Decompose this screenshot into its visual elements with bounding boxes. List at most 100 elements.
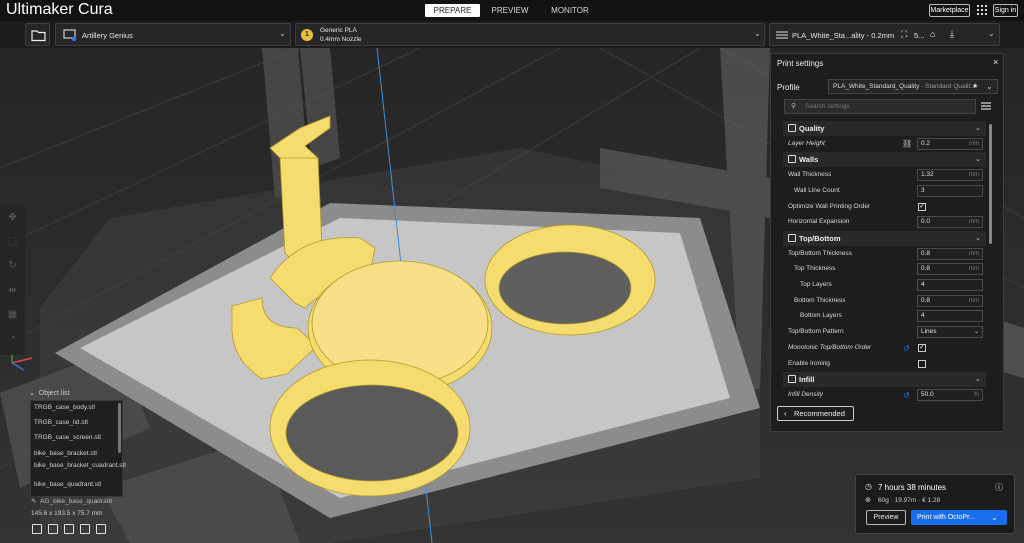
open-file-button[interactable] (25, 23, 50, 46)
setting-row: Infill Density ↺ 50.0% (783, 388, 986, 402)
category-label: Quality (799, 124, 825, 133)
tab-prepare[interactable]: PREPARE (425, 4, 480, 17)
category-infill[interactable]: Infill ⌄ (783, 372, 986, 387)
top-bottom-icon (788, 234, 796, 242)
marketplace-button[interactable]: Marketplace (929, 4, 970, 17)
list-item[interactable]: TRGB_case_screen.stl (34, 434, 116, 442)
mirror-tool-icon[interactable]: ⇹ (7, 285, 18, 296)
setting-input[interactable]: 1.32 mm (917, 169, 983, 181)
close-icon[interactable]: × (993, 57, 998, 67)
category-walls[interactable]: Walls ⌄ (783, 152, 986, 167)
print-time: 7 hours 38 minutes (878, 483, 947, 492)
object-list-toggle[interactable]: ⌄ Object list (29, 389, 70, 397)
list-item[interactable]: bike_base_bracket_cuadrant.stl (34, 462, 126, 470)
setting-value: 0.0 (921, 218, 931, 225)
setting-row: Monotonic Top/Bottom Order ↺ ✓ (783, 341, 986, 356)
settings-scrollbar[interactable] (989, 124, 992, 244)
object-dimensions: 145.6 x 193.5 x 75.7 mm (31, 510, 103, 517)
setting-input[interactable]: 50.0% (917, 389, 983, 401)
rotate-tool-icon[interactable]: ↻ (7, 260, 18, 271)
settings-menu-icon[interactable] (981, 102, 991, 110)
object-list-scrollbar[interactable] (118, 403, 121, 453)
search-settings-input[interactable]: ⚲ Search settings (784, 99, 976, 114)
sign-in-button[interactable]: Sign in (993, 4, 1018, 17)
list-item[interactable]: TRGB_case_body.stl (34, 404, 116, 412)
view-left-icon[interactable] (80, 524, 90, 534)
tab-monitor[interactable]: MONITOR (545, 4, 595, 17)
printer-name: Artillery Genius (82, 31, 133, 40)
setting-label: Top/Bottom Thickness (788, 250, 852, 257)
list-item[interactable]: bike_base_quadrant.stl (34, 481, 116, 489)
setting-input[interactable]: 3 (917, 185, 983, 197)
print-estimate-panel: ◷ 7 hours 38 minutes ⓘ ⊚ 60g · 19.97m · … (855, 474, 1015, 534)
view-front-icon[interactable] (48, 524, 58, 534)
setting-label: Infill Density (788, 391, 824, 398)
folder-icon (31, 30, 46, 42)
setting-input[interactable]: 4 (917, 279, 983, 291)
reset-icon[interactable]: ↺ (903, 391, 910, 400)
printer-selector[interactable]: Artillery Genius ⌄ (55, 23, 291, 46)
link-icon[interactable]: ⛓ (902, 139, 912, 148)
setting-row: Bottom Layers 4 (783, 309, 986, 324)
category-quality[interactable]: Quality ⌄ (783, 121, 986, 136)
move-tool-icon[interactable]: ✥ (7, 212, 18, 223)
print-settings-selector[interactable]: PLA_White_Sta...ality - 0.2mm ⛶ 5... ⌂ ⤓… (769, 23, 1000, 46)
setting-label: Layer Height (788, 140, 825, 147)
setting-input[interactable]: 4 (917, 310, 983, 322)
sliders-icon (776, 31, 788, 39)
view-right-icon[interactable] (96, 524, 106, 534)
chevron-down-icon[interactable]: ⌄ (975, 234, 981, 242)
recommended-button[interactable]: ‹ Recommended (777, 406, 854, 421)
setting-unit: mm (969, 141, 979, 147)
setting-input[interactable]: 0.8 mm (917, 295, 983, 307)
support-blocker-icon[interactable]: ◔ (7, 333, 18, 344)
setting-checkbox[interactable] (918, 360, 926, 368)
tab-preview[interactable]: PREVIEW (485, 4, 535, 17)
list-item[interactable]: TRGB_case_lid.stl (34, 419, 116, 427)
setting-unit: mm (969, 219, 979, 225)
setting-label: Wall Line Count (794, 187, 840, 194)
printer-icon (63, 29, 77, 41)
setting-label: Bottom Layers (800, 312, 842, 319)
chevron-down-icon: ⌄ (279, 29, 286, 38)
view-3d-icon[interactable] (32, 524, 42, 534)
print-settings-panel: Print settings × Profile PLA_White_Stand… (770, 53, 1004, 432)
setting-checkbox[interactable]: ✓ (918, 344, 926, 352)
category-top-bottom[interactable]: Top/Bottom ⌄ (783, 231, 986, 246)
preview-button[interactable]: Preview (866, 510, 906, 525)
material-selector[interactable]: 1 Generic PLA 0.4mm Nozzle ⌄ (295, 23, 765, 46)
info-icon[interactable]: ⓘ (995, 482, 1003, 493)
setting-input[interactable]: 0.8 mm (917, 263, 983, 275)
list-item[interactable]: bike_base_bracket.stl (34, 450, 116, 458)
setting-input[interactable]: 0.8 mm (917, 248, 983, 260)
setting-value: 0.2 (921, 140, 931, 147)
object-list-panel: TRGB_case_body.stl TRGB_case_lid.stl TRG… (30, 400, 126, 497)
per-model-settings-icon[interactable]: ▦ (7, 309, 18, 320)
setting-label: Top Thickness (794, 265, 836, 272)
chevron-down-icon: ⌄ (988, 29, 995, 38)
reset-icon[interactable]: ↺ (903, 344, 910, 353)
setting-select[interactable]: Lines ⌄ (917, 326, 983, 338)
setting-label: Bottom Thickness (794, 297, 846, 304)
print-button[interactable]: Print with OctoPr... ⌄ (911, 510, 1007, 525)
chevron-down-icon[interactable]: ⌄ (975, 155, 981, 163)
app-title: Ultimaker Cura (6, 1, 113, 18)
setting-input[interactable]: 0.2 mm (917, 138, 983, 150)
chevron-down-icon[interactable]: ⌄ (991, 510, 998, 525)
setting-label: Monotonic Top/Bottom Order (788, 344, 872, 351)
material-name: Generic PLA (320, 27, 357, 34)
chevron-down-icon[interactable]: ⌄ (975, 375, 981, 383)
setting-input[interactable]: 0.0 mm (917, 216, 983, 228)
setting-label: Top Layers (800, 281, 832, 288)
profile-select[interactable]: PLA_White_Standard_Quality - Standard Qu… (828, 79, 998, 94)
setting-row: Wall Line Count 3 (783, 184, 986, 199)
apps-grid-icon[interactable] (977, 5, 987, 15)
profile-suffix: - Standard Qualit... (919, 83, 976, 90)
setting-checkbox[interactable]: ✓ (918, 203, 926, 211)
chevron-down-icon[interactable]: ⌄ (975, 124, 981, 132)
main-toolbar: Artillery Genius ⌄ 1 Generic PLA 0.4mm N… (0, 21, 1024, 48)
setting-unit: mm (969, 298, 979, 304)
view-top-icon[interactable] (64, 524, 74, 534)
setting-row: Horizontal Expansion 0.0 mm (783, 215, 986, 230)
scale-tool-icon[interactable]: ⬚ (7, 236, 18, 247)
